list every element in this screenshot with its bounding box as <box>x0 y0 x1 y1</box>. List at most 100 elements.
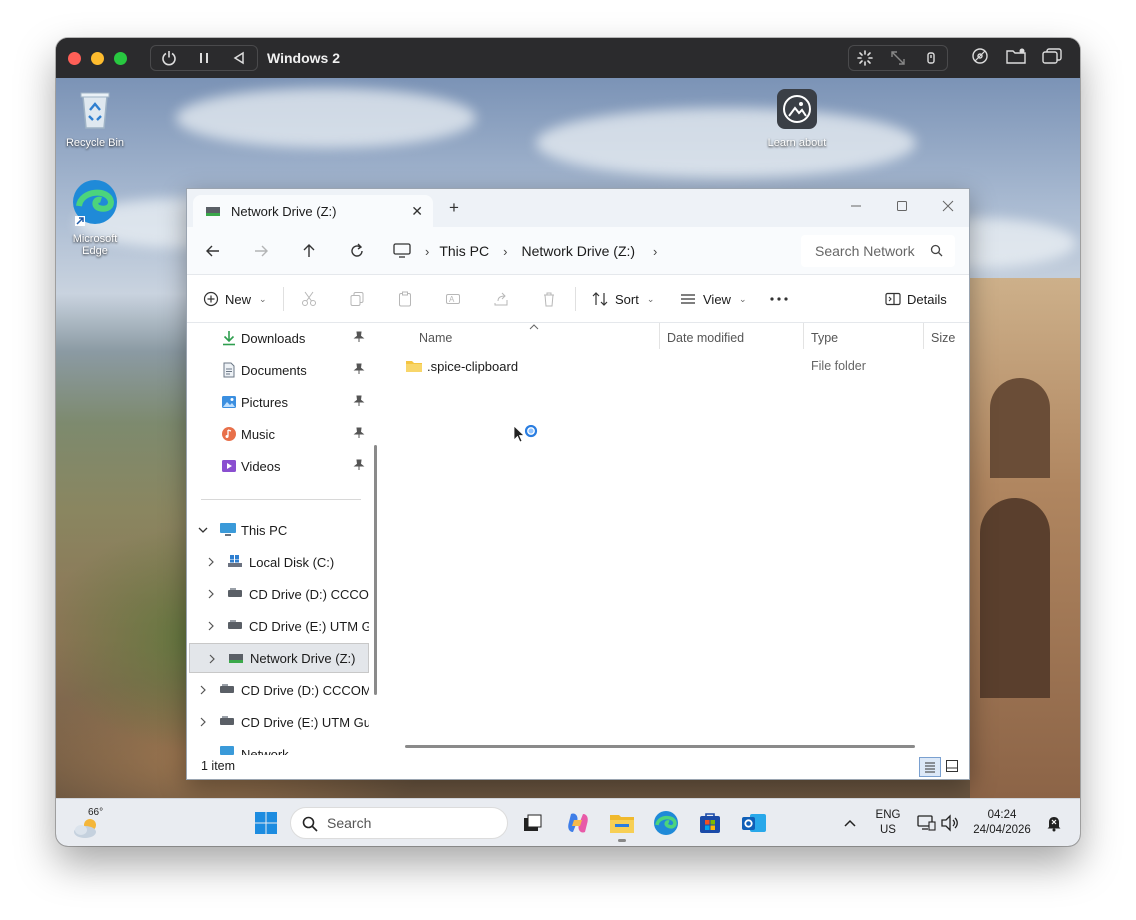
forward-arrow-icon[interactable] <box>250 240 272 262</box>
sidebar-item-videos[interactable]: Videos <box>187 451 371 481</box>
store-button[interactable] <box>696 809 724 837</box>
chevron-down-icon[interactable] <box>197 524 209 536</box>
table-row[interactable]: .spice-clipboard File folder <box>405 355 945 377</box>
minimize-window-button[interactable] <box>91 52 104 65</box>
sidebar-item-music[interactable]: Music <box>187 419 371 449</box>
maximize-icon[interactable] <box>891 195 913 217</box>
up-arrow-icon[interactable] <box>298 240 320 262</box>
pin-icon <box>353 363 365 378</box>
chevron-right-icon[interactable] <box>205 588 217 600</box>
column-header-type[interactable]: Type <box>811 331 838 345</box>
share-button[interactable] <box>493 287 509 311</box>
back-arrow-icon[interactable] <box>202 240 224 262</box>
close-tab-icon[interactable]: ✕ <box>411 203 423 220</box>
loading-spinner-icon[interactable] <box>854 47 876 69</box>
sidebar-item-cd-drive-e-root[interactable]: CD Drive (E:) UTM Guest Tools <box>187 707 371 737</box>
shared-folder-icon[interactable] <box>1004 45 1028 67</box>
view-button[interactable]: View ⌄ <box>679 287 747 311</box>
power-icon[interactable] <box>158 47 180 69</box>
column-header-size[interactable]: Size <box>931 331 955 345</box>
copy-button[interactable] <box>349 287 365 311</box>
disc-icon[interactable] <box>968 45 992 67</box>
view-list-icon <box>679 291 697 307</box>
network-drive-icon <box>205 205 221 217</box>
breadcrumb-this-pc[interactable]: This PC <box>439 243 489 259</box>
close-icon[interactable] <box>937 195 959 217</box>
sidebar-item-documents[interactable]: Documents <box>187 355 371 385</box>
file-explorer-button[interactable] <box>608 809 636 842</box>
chevron-right-icon[interactable] <box>197 716 209 728</box>
minimize-icon[interactable] <box>845 195 867 217</box>
close-window-button[interactable] <box>68 52 81 65</box>
details-button[interactable]: Details <box>885 287 947 311</box>
new-button[interactable]: New ⌄ <box>203 287 267 311</box>
chevron-right-icon[interactable] <box>205 556 217 568</box>
language-indicator[interactable]: ENG US <box>868 808 908 838</box>
details-view-toggle[interactable] <box>919 757 941 777</box>
sidebar-item-cd-drive-d[interactable]: CD Drive (D:) CCCOMA_X64FRE_EN-US_DV9 <box>187 579 371 609</box>
column-header-name[interactable]: Name <box>419 331 452 345</box>
new-tab-button[interactable]: + <box>449 199 459 216</box>
windows-icon[interactable] <box>1040 45 1064 67</box>
start-button[interactable] <box>252 809 280 837</box>
chevron-right-icon[interactable] <box>197 684 209 696</box>
outlook-button[interactable] <box>740 809 768 837</box>
zoom-window-button[interactable] <box>114 52 127 65</box>
address-bar[interactable]: › This PC › Network Drive (Z:) › <box>393 235 793 267</box>
chevron-down-icon: ⌄ <box>738 293 747 304</box>
cut-button[interactable] <box>301 287 317 311</box>
search-placeholder: Search Network <box>815 243 915 259</box>
desktop-icon-recycle-bin[interactable]: Recycle Bin <box>56 88 134 149</box>
rename-button[interactable]: A <box>445 287 461 311</box>
back-triangle-icon[interactable] <box>228 47 250 69</box>
chevron-up-icon <box>844 819 856 827</box>
view-label: View <box>703 291 731 307</box>
pin-icon <box>353 331 365 346</box>
tiles-view-toggle[interactable] <box>945 759 959 776</box>
horizontal-scrollbar[interactable] <box>405 745 915 748</box>
column-header-date-modified[interactable]: Date modified <box>667 331 744 345</box>
sidebar-item-network-drive[interactable]: Network Drive (Z:) <box>189 643 369 673</box>
more-options-button[interactable] <box>769 287 789 311</box>
resize-arrows-icon[interactable] <box>887 47 909 69</box>
usb-icon[interactable] <box>920 47 942 69</box>
sidebar-item-downloads[interactable]: Downloads <box>187 323 371 353</box>
edge-icon <box>654 811 678 835</box>
column-divider[interactable] <box>659 323 660 349</box>
column-divider[interactable] <box>923 323 924 349</box>
desktop-icon-learn-about[interactable]: Learn about <box>758 88 836 149</box>
ethernet-monitor-icon <box>917 815 936 831</box>
sort-button[interactable]: Sort ⌄ <box>591 287 654 311</box>
volume-button[interactable] <box>936 809 964 837</box>
copilot-button[interactable] <box>564 809 592 837</box>
clock[interactable]: 04:24 24/04/2026 <box>966 808 1038 838</box>
pause-icon[interactable] <box>193 47 215 69</box>
sidebar-item-network[interactable]: Network <box>187 739 371 755</box>
monitor-icon <box>393 243 411 259</box>
chevron-right-icon[interactable] <box>205 620 217 632</box>
breadcrumb-chevron-icon[interactable]: › <box>653 244 657 259</box>
paste-button[interactable] <box>397 287 413 311</box>
sidebar-item-this-pc[interactable]: This PC <box>187 515 371 545</box>
delete-button[interactable] <box>541 287 557 311</box>
sidebar-scrollbar[interactable] <box>374 445 377 695</box>
sidebar-item-cd-drive-d-root[interactable]: CD Drive (D:) CCCOMA_X64FRE_EN-US_DV9 <box>187 675 371 705</box>
desktop-icon-edge[interactable]: Microsoft Edge <box>56 178 134 257</box>
edge-button[interactable] <box>652 809 680 837</box>
download-icon <box>221 330 237 349</box>
sidebar-item-cd-drive-e[interactable]: CD Drive (E:) UTM Guest Tools <box>187 611 371 641</box>
notifications-button[interactable] <box>1040 809 1068 837</box>
weather-widget[interactable]: 66° <box>72 807 106 839</box>
breadcrumb-network-drive[interactable]: Network Drive (Z:) <box>521 243 635 259</box>
tab-network-drive[interactable]: Network Drive (Z:) ✕ <box>193 195 433 227</box>
chevron-right-icon[interactable] <box>206 653 218 665</box>
sidebar-item-local-disk[interactable]: Local Disk (C:) <box>187 547 371 577</box>
show-hidden-icons-button[interactable] <box>836 809 864 837</box>
taskbar-search-input[interactable]: Search <box>290 807 508 839</box>
search-input[interactable]: Search Network <box>801 235 955 267</box>
refresh-icon[interactable] <box>346 240 368 262</box>
column-divider[interactable] <box>803 323 804 349</box>
cloud <box>536 108 916 178</box>
task-view-button[interactable] <box>518 809 546 837</box>
sidebar-item-pictures[interactable]: Pictures <box>187 387 371 417</box>
